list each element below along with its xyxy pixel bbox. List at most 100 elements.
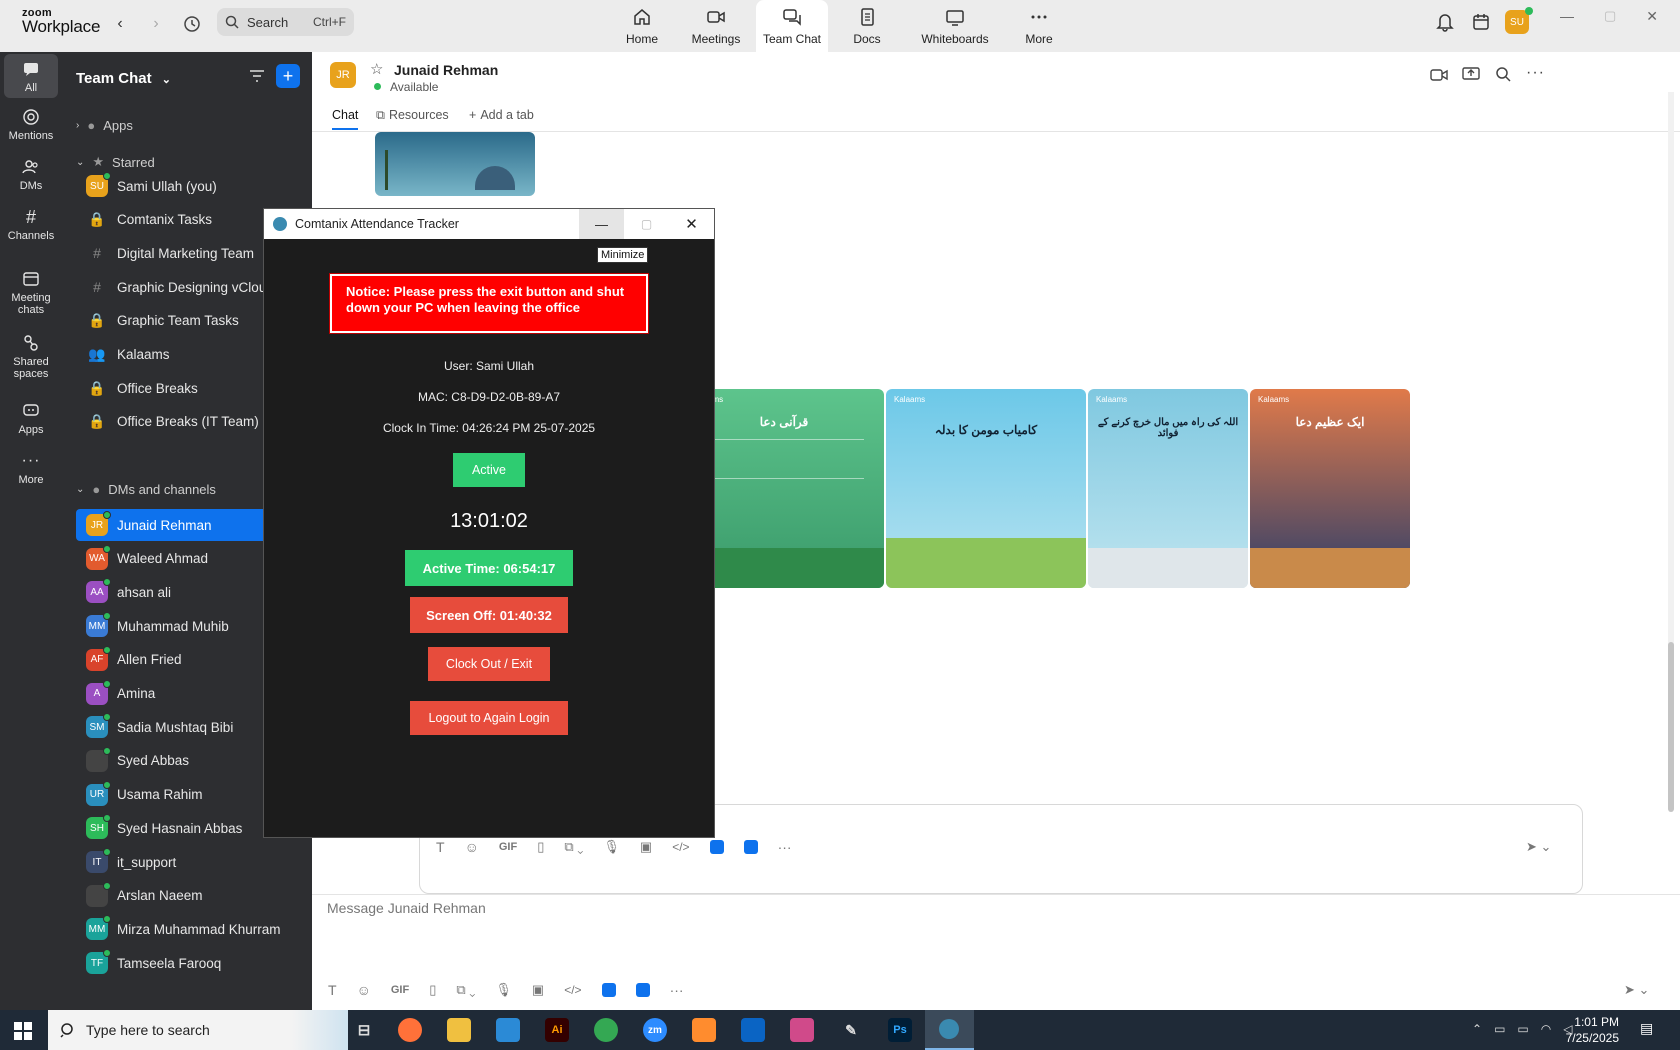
image-thumbnail[interactable]: Kalaams کامیاب مومن کا بدلہ <box>886 389 1086 588</box>
emoji-icon[interactable]: ☺ <box>357 982 371 998</box>
notifications-icon[interactable]: ▤ <box>1640 1020 1653 1037</box>
maximize-icon[interactable]: ▢ <box>1604 8 1616 36</box>
tab-whiteboards[interactable]: Whiteboards <box>915 0 995 52</box>
message-input[interactable]: Message Junaid Rehman <box>327 900 486 916</box>
rail-meeting-chats[interactable]: Meeting chats <box>4 270 58 316</box>
zoom-icon[interactable]: zm <box>643 1018 667 1042</box>
back-arrow-icon[interactable]: ‹ <box>108 12 132 36</box>
code-icon[interactable]: </> <box>564 983 581 997</box>
app-icon[interactable] <box>601 983 616 997</box>
tab-team-chat[interactable]: Team Chat <box>756 0 828 52</box>
close-icon[interactable]: ✕ <box>1646 8 1658 36</box>
search-icon[interactable] <box>1495 66 1511 82</box>
image-thumbnail[interactable]: Kalaams اللہ کی راہ میں مال خرچ کرنے کے … <box>1088 389 1248 588</box>
file-icon[interactable]: ▯ <box>429 982 436 998</box>
pen-tool-icon[interactable]: ✎ <box>839 1018 863 1042</box>
taskbar-search[interactable]: Type here to search <box>48 1010 348 1050</box>
more-icon[interactable]: ··· <box>778 839 792 855</box>
close-button[interactable]: ✕ <box>669 209 714 239</box>
taskbar-active-app[interactable] <box>925 1010 974 1050</box>
network-icon[interactable]: ▭ <box>1494 1022 1505 1036</box>
rail-mentions[interactable]: Mentions <box>4 108 58 142</box>
video-call-icon[interactable] <box>1430 68 1448 82</box>
logout-button[interactable]: Logout to Again Login <box>410 701 568 735</box>
app-icon[interactable] <box>709 840 724 854</box>
send-icon[interactable]: ➤ ⌄ <box>1526 839 1551 855</box>
sidebar-title[interactable]: Team Chat ⌄ <box>76 70 171 87</box>
share-screen-icon[interactable] <box>1462 66 1480 82</box>
more-options-icon[interactable]: ··· <box>1526 64 1545 82</box>
rail-shared-spaces[interactable]: Shared spaces <box>4 334 58 380</box>
file-icon[interactable]: ▯ <box>537 839 544 855</box>
mic-icon[interactable]: 🎙 <box>495 982 512 998</box>
video-message-icon[interactable]: ▣ <box>640 839 652 855</box>
rail-channels[interactable]: # Channels <box>4 208 58 242</box>
wifi-icon[interactable]: ◠ <box>1541 1022 1551 1036</box>
file-explorer-icon[interactable] <box>447 1018 471 1042</box>
text-format-icon[interactable]: T <box>436 839 445 855</box>
sidebar-item[interactable]: Arslan Naeem <box>76 880 312 912</box>
rail-more[interactable]: ··· More <box>4 453 58 487</box>
emoji-icon[interactable]: ☺ <box>465 839 479 855</box>
more-icon[interactable]: ··· <box>670 982 684 998</box>
chevron-up-icon[interactable]: ⌃ <box>1472 1022 1482 1036</box>
sidebar-item[interactable]: IT it_support <box>76 846 312 878</box>
rail-dms[interactable]: DMs <box>4 158 58 192</box>
forward-arrow-icon[interactable]: › <box>144 12 168 36</box>
code-icon[interactable]: </> <box>672 840 689 854</box>
scrollbar-thumb[interactable] <box>1668 642 1674 812</box>
avatar[interactable]: SU <box>1505 7 1533 34</box>
video-message-icon[interactable]: ▣ <box>532 982 544 998</box>
battery-icon[interactable]: ▭ <box>1517 1022 1528 1036</box>
tab-chat[interactable]: Chat <box>332 108 359 130</box>
tab-home[interactable]: Home <box>606 0 678 52</box>
section-dms[interactable]: ⌄ ● DMs and channels <box>76 482 216 497</box>
xampp-icon[interactable] <box>692 1018 716 1042</box>
maximize-button[interactable]: ▢ <box>624 209 669 239</box>
add-tab-button[interactable]: + Add a tab <box>469 108 534 122</box>
gif-button[interactable]: GIF <box>499 841 517 853</box>
calendar-icon[interactable] <box>1472 12 1490 32</box>
minimize-icon[interactable]: — <box>1560 8 1574 36</box>
history-icon[interactable] <box>180 12 204 36</box>
creative-cloud-icon[interactable] <box>790 1018 814 1042</box>
screenshot-icon[interactable]: ⧉ ⌄ <box>456 982 475 998</box>
send-icon[interactable]: ➤ ⌄ <box>1624 982 1649 998</box>
app-icon[interactable] <box>635 983 650 997</box>
rail-apps[interactable]: Apps <box>4 402 58 436</box>
photoshop-icon[interactable]: Ps <box>888 1018 912 1042</box>
tab-meetings[interactable]: Meetings <box>680 0 752 52</box>
clock-out-button[interactable]: Clock Out / Exit <box>428 647 550 681</box>
task-view-icon[interactable]: ⊟ <box>352 1018 376 1042</box>
clock[interactable]: 1:01 PM 7/25/2025 <box>1565 1014 1619 1046</box>
image-thumbnail[interactable] <box>375 132 535 196</box>
gif-button[interactable]: GIF <box>391 984 409 996</box>
firefox-icon[interactable] <box>398 1018 422 1042</box>
search-input[interactable]: Search Ctrl+F <box>217 8 354 36</box>
sidebar-item[interactable]: MM Mirza Muhammad Khurram <box>76 913 312 945</box>
star-icon[interactable]: ☆ <box>370 60 383 78</box>
section-starred[interactable]: ⌄ ★ Starred <box>76 154 155 170</box>
contact-name[interactable]: Junaid Rehman <box>394 62 498 78</box>
mic-icon[interactable]: 🎙 <box>603 839 620 855</box>
tab-more[interactable]: More <box>1003 0 1075 52</box>
text-format-icon[interactable]: T <box>328 982 337 998</box>
screenshot-icon[interactable]: ⧉ ⌄ <box>564 839 583 855</box>
vscode-icon[interactable] <box>496 1018 520 1042</box>
section-apps[interactable]: › ● Apps <box>76 118 133 133</box>
windows-start-icon[interactable] <box>14 1022 32 1040</box>
scrollbar[interactable] <box>1668 92 1674 812</box>
contact-avatar[interactable]: JR <box>330 62 356 88</box>
tab-resources[interactable]: ⧉ Resources <box>376 108 449 123</box>
outlook-icon[interactable] <box>741 1018 765 1042</box>
sidebar-item[interactable]: TF Tamseela Farooq <box>76 947 312 979</box>
image-thumbnail[interactable]: Kalaams ایک عظیم دعا <box>1250 389 1410 588</box>
chrome-icon[interactable] <box>594 1018 618 1042</box>
window-title-bar[interactable]: Comtanix Attendance Tracker — ▢ ✕ <box>264 209 714 239</box>
app-icon[interactable] <box>743 840 758 854</box>
bell-icon[interactable] <box>1436 12 1454 32</box>
rail-all[interactable]: All <box>4 54 58 98</box>
minimize-button[interactable]: — <box>579 209 624 239</box>
tab-docs[interactable]: Docs <box>831 0 903 52</box>
sidebar-item[interactable]: SU Sami Ullah (you) <box>76 170 312 202</box>
